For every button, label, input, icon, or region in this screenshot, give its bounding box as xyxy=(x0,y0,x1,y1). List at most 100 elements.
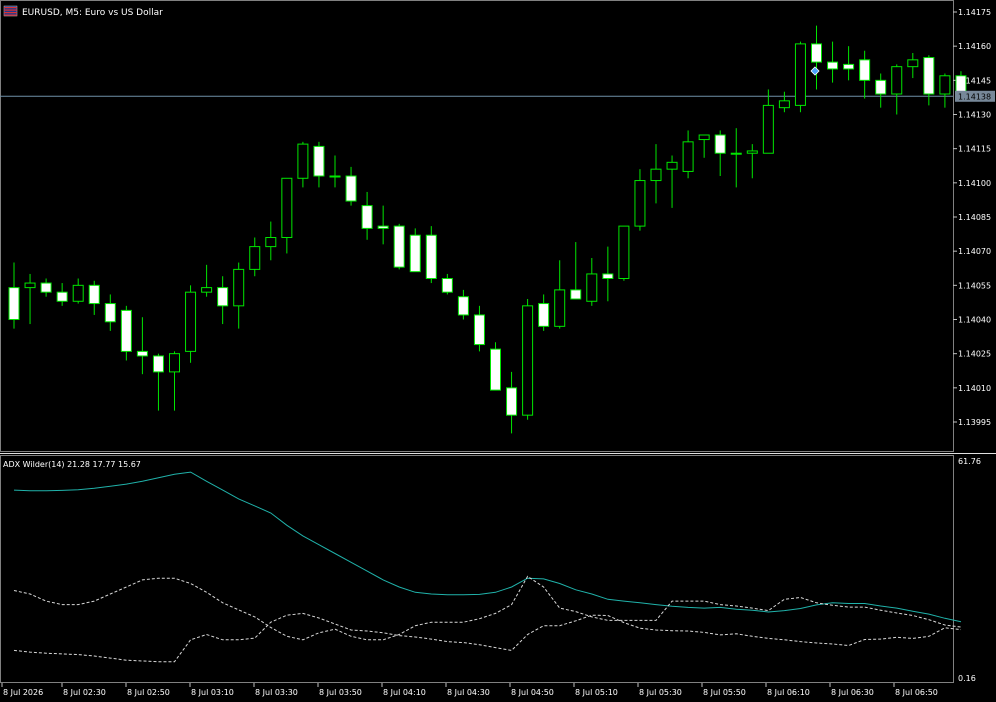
bear-candle xyxy=(56,291,68,302)
bear-candle xyxy=(506,387,518,416)
bear-candle xyxy=(457,296,469,316)
bear-candle xyxy=(409,234,421,273)
price-tick-label: 1.14070 xyxy=(958,247,991,256)
bull-candle xyxy=(794,43,806,106)
time-tick-label: 8 Jul 04:30 xyxy=(447,688,490,697)
trade-marker-icon[interactable] xyxy=(810,66,820,76)
bear-candle xyxy=(120,309,132,352)
bull-candle xyxy=(746,150,758,154)
adx-lines xyxy=(13,471,962,663)
current-price-tag-label: 1.14138 xyxy=(958,92,991,101)
bear-candle xyxy=(104,303,116,323)
bear-candle xyxy=(345,175,357,202)
price-tick-label: 1.14085 xyxy=(958,213,991,222)
bull-candle xyxy=(698,134,710,141)
time-tick-label: 8 Jul 2026 xyxy=(3,688,43,697)
bear-candle xyxy=(136,350,148,357)
bull-candle xyxy=(185,291,197,352)
bull-candle xyxy=(907,59,919,68)
bull-candle xyxy=(522,305,534,416)
bear-candle xyxy=(40,282,52,293)
bull-candle xyxy=(939,75,951,95)
bull-candle xyxy=(281,177,293,238)
bear-candle xyxy=(843,63,855,70)
bull-candle xyxy=(297,143,309,179)
time-tick-label: 8 Jul 06:30 xyxy=(831,688,874,697)
time-tick-label: 8 Jul 05:50 xyxy=(703,688,746,697)
adx-main-line xyxy=(13,471,962,623)
bear-candle xyxy=(602,273,614,280)
price-tick-label: 1.14025 xyxy=(958,350,991,359)
bull-candle xyxy=(72,284,84,302)
candles xyxy=(8,25,967,434)
bear-candle xyxy=(473,314,485,346)
bull-candle xyxy=(634,180,646,227)
price-tick-label: 1.14130 xyxy=(958,111,991,120)
time-tick-label: 8 Jul 03:10 xyxy=(191,688,234,697)
price-tick-label: 1.14115 xyxy=(958,145,991,154)
bull-candle xyxy=(682,141,694,172)
current-price-tag: 1.14138 xyxy=(955,90,995,102)
trading-chart[interactable]: EURUSD, M5: Euro vs US Dollar ADX Wilder… xyxy=(0,0,996,702)
bear-candle xyxy=(8,287,20,321)
indicator-label: ADX Wilder(14) 21.28 17.77 15.67 xyxy=(3,460,141,469)
indicator-frame xyxy=(0,455,954,683)
indicator-tick-label: 0.16 xyxy=(958,674,976,683)
bear-candle xyxy=(441,278,453,293)
bear-candle xyxy=(538,303,550,327)
time-tick-label: 8 Jul 06:50 xyxy=(895,688,938,697)
bear-candle xyxy=(827,61,839,70)
bear-candle xyxy=(425,234,437,280)
plus-di-line xyxy=(13,575,962,641)
bull-candle xyxy=(233,268,245,307)
chart-title: EURUSD, M5: Euro vs US Dollar xyxy=(22,8,163,18)
bear-candle xyxy=(923,57,935,95)
bear-candle xyxy=(859,59,871,81)
bull-candle xyxy=(201,287,213,293)
bull-candle xyxy=(891,66,903,95)
bear-candle xyxy=(811,43,822,63)
indicator-axis: 61.76 0.16 xyxy=(958,457,981,683)
time-tick-label: 8 Jul 04:10 xyxy=(383,688,426,697)
price-tick-label: 1.14055 xyxy=(958,281,991,290)
price-tick-label: 1.14100 xyxy=(958,179,991,188)
indicator-tick-label: 61.76 xyxy=(958,457,981,466)
bull-candle xyxy=(169,353,180,373)
bear-candle xyxy=(313,145,325,177)
bull-candle xyxy=(586,273,598,302)
bull-candle xyxy=(329,175,341,178)
time-tick-label: 8 Jul 02:30 xyxy=(63,688,106,697)
main-chart-frame xyxy=(0,0,954,452)
bear-candle xyxy=(152,355,164,373)
bear-candle xyxy=(490,348,501,391)
bull-candle xyxy=(618,225,630,280)
bear-candle xyxy=(714,134,726,154)
price-tick-label: 1.14040 xyxy=(958,316,991,325)
bull-candle xyxy=(24,282,36,289)
time-tick-label: 8 Jul 03:30 xyxy=(255,688,298,697)
bear-candle xyxy=(88,284,100,305)
bear-candle xyxy=(875,79,887,95)
bull-candle xyxy=(730,152,742,155)
bear-candle xyxy=(570,289,582,300)
bull-candle xyxy=(554,289,566,327)
time-tick-label: 8 Jul 04:50 xyxy=(511,688,554,697)
price-tick-label: 1.13995 xyxy=(958,418,991,427)
bull-candle xyxy=(778,100,790,109)
price-tick-label: 1.14160 xyxy=(958,42,991,51)
bear-candle xyxy=(361,205,373,229)
bull-candle xyxy=(762,104,774,154)
price-tick-label: 1.14010 xyxy=(958,384,991,393)
time-tick-label: 8 Jul 05:10 xyxy=(575,688,618,697)
bull-candle xyxy=(666,161,678,170)
time-axis: 8 Jul 2026 8 Jul 02:30 8 Jul 02:50 8 Jul 03… xyxy=(1,683,938,697)
time-tick-label: 8 Jul 05:30 xyxy=(639,688,682,697)
bear-candle xyxy=(377,225,389,229)
flag-icon xyxy=(3,5,18,17)
time-tick-label: 8 Jul 03:50 xyxy=(319,688,362,697)
bull-candle xyxy=(650,168,662,182)
price-axis: 1.141751.141601.141451.141301.141151.141… xyxy=(953,8,991,427)
bear-candle xyxy=(217,287,229,307)
time-tick-label: 8 Jul 02:50 xyxy=(127,688,170,697)
minus-di-line xyxy=(13,612,962,663)
